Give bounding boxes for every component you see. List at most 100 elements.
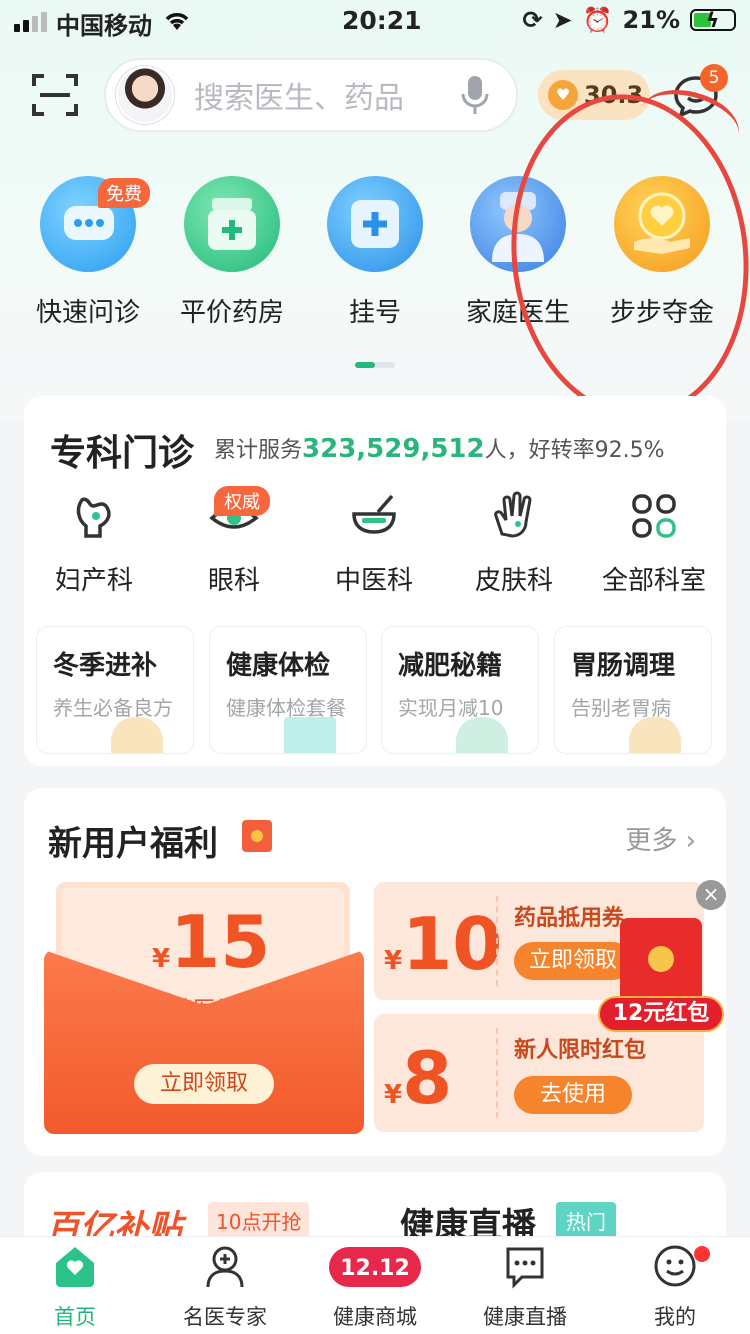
uterus-icon bbox=[76, 497, 111, 538]
promo-image bbox=[111, 717, 163, 753]
dept-tcm-label: 中医科 bbox=[334, 566, 413, 596]
clock: 20:21 bbox=[342, 6, 422, 35]
notification-dot bbox=[694, 1246, 710, 1262]
amount-value: 15 bbox=[170, 900, 271, 984]
promo-subtitle: 养生必备良方 bbox=[53, 696, 173, 720]
amount-value: 8 bbox=[402, 1036, 453, 1120]
tab-mall[interactable]: 12.12 健康商城 bbox=[300, 1243, 450, 1331]
mortar-icon bbox=[352, 494, 396, 534]
red-packet-tag: 12元红包 bbox=[598, 996, 724, 1032]
stat-prefix: 累计服务 bbox=[214, 438, 303, 463]
service-stat: 累计服务323,529,512人，好转率92.5% bbox=[214, 432, 664, 464]
quick-consult-label: 快速问诊 bbox=[35, 298, 140, 328]
search-bar[interactable]: 搜索医生、药品 bbox=[104, 58, 518, 132]
heart-coin-icon: ♥ bbox=[548, 80, 578, 110]
stat-number: 323,529,512 bbox=[302, 434, 485, 464]
currency-symbol: ¥ bbox=[384, 946, 403, 976]
signal-icon bbox=[14, 12, 47, 32]
currency-symbol: ¥ bbox=[152, 944, 171, 974]
stat-suffix: 人，好转率92.5% bbox=[484, 438, 665, 463]
free-badge: 免费 bbox=[98, 178, 150, 208]
doctor-consult-coupon[interactable]: ¥15 尊享金牌医生问诊券 立即领取 bbox=[44, 882, 364, 1134]
promo-subtitle: 实现月减10 bbox=[398, 696, 504, 720]
specialty-clinic-card: 专科门诊 累计服务323,529,512人，好转率92.5% 妇产科 眼科 中医… bbox=[24, 396, 726, 766]
dept-all[interactable]: 全部科室 bbox=[584, 490, 724, 597]
promo-health-checkup[interactable]: 健康体检 健康体检套餐 bbox=[209, 626, 367, 754]
registration-label: 挂号 bbox=[348, 298, 401, 328]
use-button[interactable]: 去使用 bbox=[514, 1076, 632, 1114]
promo-title: 减肥秘籍 bbox=[398, 651, 503, 681]
dept-dermatology-label: 皮肤科 bbox=[474, 566, 553, 596]
department-row: 妇产科 眼科 中医科 皮肤科 全部科室 bbox=[24, 490, 726, 596]
registration[interactable]: 挂号 bbox=[303, 176, 447, 329]
tab-label: 名医专家 bbox=[183, 1305, 267, 1329]
coupon-label: 新人限时红包 bbox=[514, 1038, 647, 1063]
dept-obstetrics[interactable]: 妇产科 bbox=[24, 490, 164, 597]
tab-label: 健康商城 bbox=[333, 1305, 417, 1329]
double-twelve-badge-icon: 12.12 bbox=[329, 1247, 421, 1287]
battery-icon: ϟ bbox=[690, 8, 736, 32]
subsidy-tag: 10点开抢 bbox=[208, 1202, 310, 1239]
promo-image bbox=[456, 717, 508, 753]
quick-consult[interactable]: 免费 快速问诊 bbox=[16, 176, 160, 329]
promo-stomach-care[interactable]: 胃肠调理 告别老胃病 bbox=[554, 626, 712, 754]
tab-bar: 首页 名医专家 12.12 健康商城 健康直播 我的 bbox=[0, 1236, 750, 1334]
red-packet-popup[interactable]: 12元红包 bbox=[598, 918, 724, 1036]
carrier-label: 中国移动 bbox=[56, 12, 152, 40]
dept-ophthalmology-label: 眼科 bbox=[207, 566, 260, 596]
promo-image bbox=[629, 717, 681, 753]
hot-tag: 热门 bbox=[556, 1202, 616, 1239]
chat-bubble-icon: 免费 bbox=[40, 176, 150, 272]
battery-percent: 21% bbox=[622, 6, 680, 34]
pharmacy[interactable]: 平价药房 bbox=[160, 176, 304, 329]
scan-icon[interactable] bbox=[32, 72, 78, 118]
specialty-title: 专科门诊 bbox=[50, 433, 195, 474]
dept-dermatology[interactable]: 皮肤科 bbox=[444, 490, 584, 597]
wifi-icon bbox=[165, 13, 189, 30]
dept-obstetrics-label: 妇产科 bbox=[54, 566, 133, 596]
alarm-icon: ⏰ bbox=[582, 6, 613, 34]
chevron-right-icon: › bbox=[685, 826, 696, 856]
pharmacy-label: 平价药房 bbox=[179, 298, 284, 328]
medicine-bottle-icon bbox=[184, 176, 280, 272]
rotation-lock-icon: ⟳ bbox=[522, 6, 543, 34]
dept-tcm[interactable]: 中医科 bbox=[304, 490, 444, 597]
promo-subtitle: 告别老胃病 bbox=[571, 696, 671, 720]
chat-dots-icon bbox=[506, 1247, 544, 1289]
tab-home[interactable]: 首页 bbox=[0, 1243, 150, 1331]
more-link[interactable]: 更多 › bbox=[625, 820, 696, 857]
tab-label: 我的 bbox=[654, 1305, 696, 1329]
status-bar: 中国移动 20:21 ⟳ ➤ ⏰ 21% ϟ bbox=[0, 0, 750, 44]
tab-profile[interactable]: 我的 bbox=[600, 1243, 750, 1331]
search-placeholder[interactable]: 搜索医生、药品 bbox=[194, 73, 460, 117]
microphone-icon[interactable] bbox=[460, 74, 490, 116]
tab-label: 健康直播 bbox=[483, 1305, 567, 1329]
grid-icon bbox=[632, 494, 676, 538]
coupon-amount: ¥15 bbox=[152, 900, 270, 984]
promo-title: 健康体检 bbox=[226, 651, 331, 681]
tab-experts[interactable]: 名医专家 bbox=[150, 1243, 300, 1331]
tab-live[interactable]: 健康直播 bbox=[450, 1243, 600, 1331]
promo-weight-loss[interactable]: 减肥秘籍 实现月减10 bbox=[381, 626, 539, 754]
new-user-title: 新用户福利 bbox=[48, 824, 218, 864]
currency-symbol: ¥ bbox=[384, 1080, 403, 1110]
hand-icon bbox=[494, 491, 532, 538]
home-icon bbox=[56, 1247, 94, 1287]
coupon-divider bbox=[496, 896, 498, 986]
promo-title: 冬季进补 bbox=[53, 651, 158, 681]
claim-button[interactable]: 立即领取 bbox=[134, 1064, 274, 1104]
coupon-amount: ¥10 bbox=[384, 902, 502, 986]
more-label: 更多 bbox=[625, 826, 678, 856]
dept-all-label: 全部科室 bbox=[601, 566, 706, 596]
location-icon: ➤ bbox=[552, 6, 573, 34]
coupon-divider bbox=[496, 1028, 498, 1118]
message-badge: 5 bbox=[700, 64, 728, 92]
doctor-badge-icon bbox=[206, 1246, 244, 1288]
mall-badge-text: 12.12 bbox=[340, 1256, 410, 1281]
coupon-amount: ¥8 bbox=[384, 1036, 452, 1120]
page-indicator bbox=[355, 362, 395, 368]
red-packet-icon bbox=[620, 918, 702, 1006]
smiley-icon bbox=[654, 1245, 696, 1287]
close-icon[interactable]: × bbox=[696, 880, 726, 910]
promo-winter-tonic[interactable]: 冬季进补 养生必备良方 bbox=[36, 626, 194, 754]
